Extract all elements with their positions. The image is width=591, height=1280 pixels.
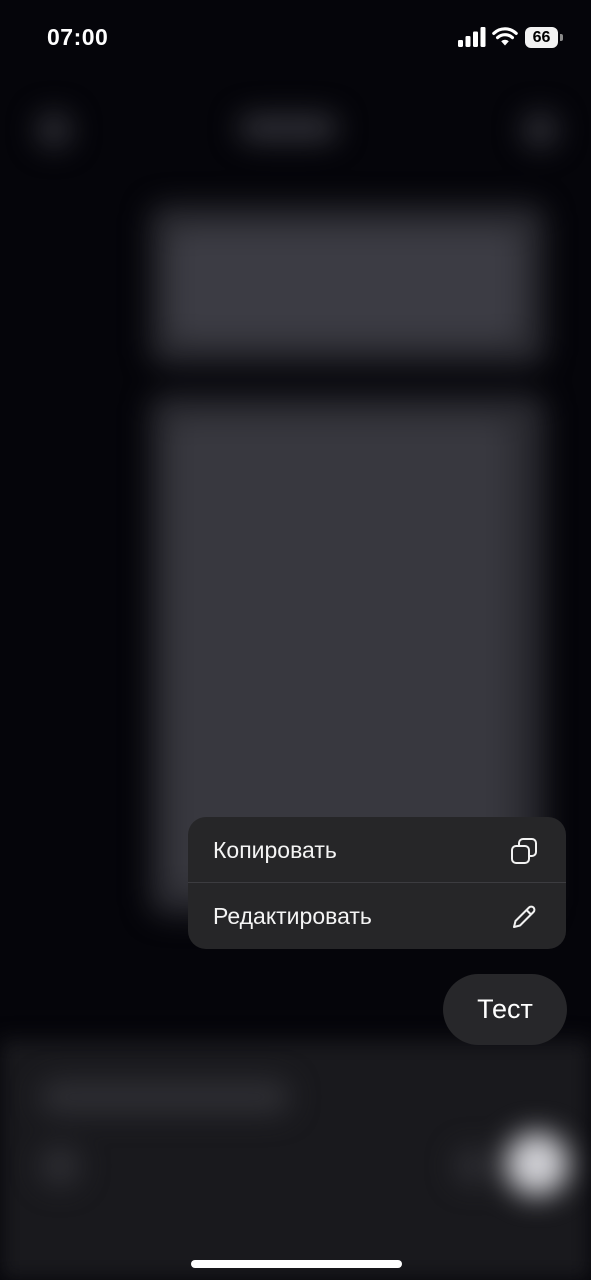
menu-item-label: Копировать — [213, 837, 337, 863]
cellular-signal-icon — [458, 27, 486, 47]
battery-icon: 66 — [525, 27, 563, 48]
menu-item-label: Редактировать — [213, 903, 372, 929]
blurred-header-title — [238, 114, 338, 142]
pencil-icon — [513, 905, 536, 928]
home-indicator[interactable] — [191, 1260, 402, 1268]
blurred-send-button — [505, 1132, 569, 1196]
battery-level: 66 — [532, 29, 551, 46]
battery-tip — [560, 34, 563, 41]
blurred-message-top-lines — [170, 230, 520, 340]
context-menu: Копировать Редактировать — [188, 817, 566, 949]
blurred-background — [0, 0, 591, 1280]
blurred-mic-button — [455, 1148, 491, 1184]
blurred-attach-button — [40, 1146, 80, 1186]
blurred-header-action — [522, 112, 558, 148]
blurred-input-placeholder — [40, 1080, 290, 1114]
status-bar: 07:00 66 — [0, 0, 591, 76]
status-time: 07:00 — [47, 24, 109, 50]
message-bubble[interactable]: Тест — [443, 974, 567, 1045]
menu-item-edit[interactable]: Редактировать — [188, 883, 566, 949]
wifi-icon — [492, 27, 518, 46]
blurred-back-button — [36, 112, 72, 148]
menu-item-copy[interactable]: Копировать — [188, 817, 566, 883]
copy-icon — [511, 838, 537, 864]
